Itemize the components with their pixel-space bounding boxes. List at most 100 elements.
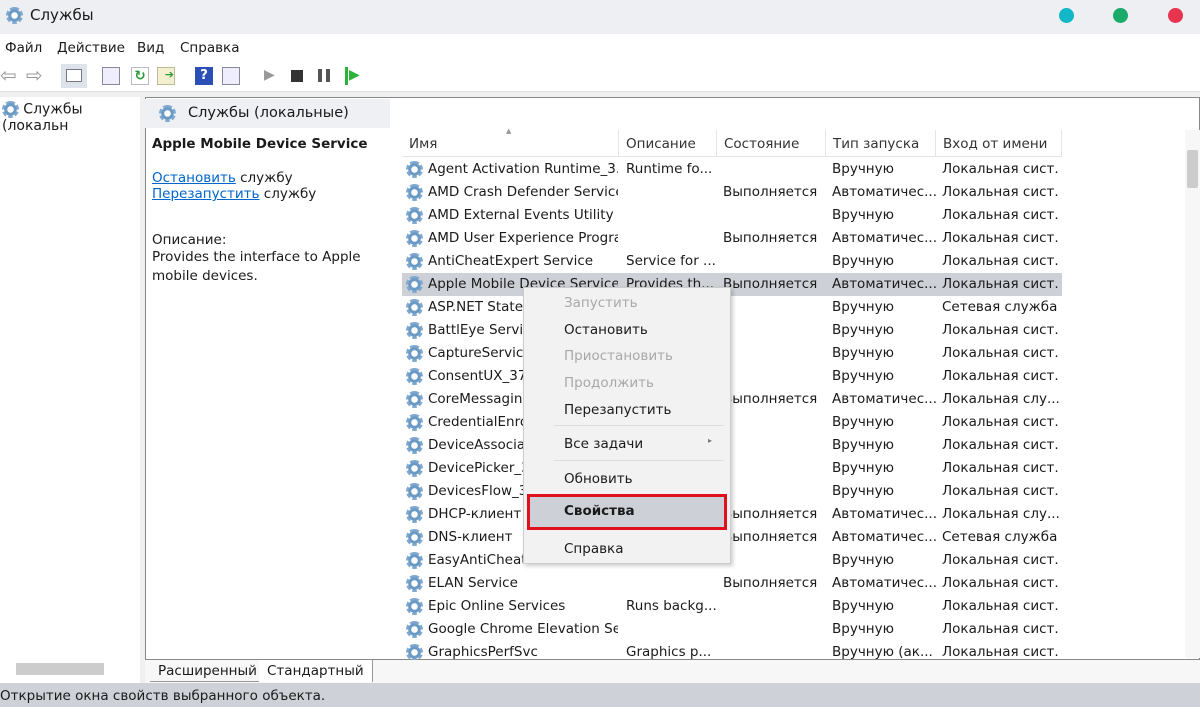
refresh-icon[interactable]: ↻ (131, 67, 149, 85)
service-gear-icon (406, 598, 423, 615)
menu-item-pause[interactable]: Приостановить (564, 348, 673, 364)
service-status: Выполняется (723, 276, 818, 292)
restart-service-link[interactable]: Перезапустить (152, 186, 259, 202)
close-button[interactable] (1168, 8, 1183, 23)
column-description[interactable]: Описание (619, 130, 717, 157)
table-row[interactable]: DHCP-клиент Выполняется Автоматичес... Лока… (402, 503, 1062, 526)
pause-icon[interactable] (318, 69, 330, 82)
menu-item-restart[interactable]: Перезапустить (564, 402, 671, 418)
minimize-button[interactable] (1059, 8, 1074, 23)
menu-item-start[interactable]: Запустить (564, 295, 638, 311)
table-row[interactable]: ELAN Service Выполняется Автоматичес... Лок… (402, 572, 1062, 595)
table-row[interactable]: DeviceAssociati Вручную Локальная сист... (402, 434, 1062, 457)
table-row[interactable]: AMD User Experience Progra... Выполняется… (402, 227, 1062, 250)
table-row[interactable]: Agent Activation Runtime_3... Runtime fo.… (402, 158, 1062, 181)
table-row[interactable]: Epic Online Services Runs backg... Вручную… (402, 595, 1062, 618)
window-title: Службы (30, 6, 94, 24)
startup-type: Вручную (ак... (832, 644, 933, 660)
table-row[interactable]: CoreMessaging Выполняется Автоматичес... Ло… (402, 388, 1062, 411)
service-description: Graphics p... (626, 644, 712, 660)
stop-icon[interactable] (291, 70, 303, 82)
startup-type: Вручную (832, 437, 894, 453)
horizontal-scrollbar[interactable] (16, 663, 104, 675)
menu-item-help[interactable]: Справка (564, 541, 623, 557)
table-row[interactable]: ConsentUX_378 Вручную Локальная сист... (402, 365, 1062, 388)
scrollbar-thumb[interactable] (1187, 150, 1198, 188)
service-gear-icon (406, 276, 423, 293)
submenu-arrow-icon: ▸ (708, 436, 713, 445)
show-hide-tree-icon[interactable] (61, 64, 87, 88)
startup-type: Вручную (832, 207, 894, 223)
menu-action[interactable]: Действие (57, 40, 125, 56)
table-row[interactable]: Google Chrome Elevation Se... Вручную Лока… (402, 618, 1062, 641)
startup-type: Вручную (832, 161, 894, 177)
table-row[interactable]: DevicePicker_37 Вручную Локальная сист... (402, 457, 1062, 480)
column-status[interactable]: Состояние (717, 130, 826, 157)
menu-item-resume[interactable]: Продолжить (564, 375, 654, 391)
service-status: Выполняется (723, 391, 818, 407)
maximize-button[interactable] (1113, 8, 1128, 23)
table-row[interactable]: EasyAntiCheat Вручную Локальная сист... (402, 549, 1062, 572)
toolbar: ⇦ ⇨ ↻ ➔ ? ▶ ▶ (0, 60, 1200, 92)
service-gear-icon (406, 529, 423, 546)
menu-item-all-tasks[interactable]: Все задачи (564, 436, 643, 452)
table-row[interactable]: CredentialEnro Вручную Локальная сист... (402, 411, 1062, 434)
menu-help[interactable]: Справка (180, 40, 239, 56)
startup-type: Автоматичес... (832, 506, 936, 522)
column-name[interactable]: Имя (402, 130, 619, 157)
table-row[interactable]: CaptureService Вручную Локальная сист... (402, 342, 1062, 365)
column-startup-type[interactable]: Тип запуска (826, 130, 936, 157)
forward-icon[interactable]: ⇨ (26, 63, 44, 87)
export-icon[interactable]: ➔ (157, 67, 175, 85)
services-gear-icon (6, 7, 23, 24)
service-name: Epic Online Services (428, 598, 566, 614)
table-row[interactable]: AntiCheatExpert Service Service for ... Вр… (402, 250, 1062, 273)
menu-file[interactable]: Файл (5, 40, 42, 56)
show-pane-icon[interactable] (222, 67, 240, 85)
service-status: Выполняется (723, 230, 818, 246)
menu-item-refresh[interactable]: Обновить (564, 471, 633, 487)
service-name: Google Chrome Elevation Se... (428, 621, 618, 637)
log-on-as: Локальная слу... (942, 506, 1060, 522)
service-gear-icon (406, 621, 423, 638)
table-row[interactable]: BattlEye Service Вручную Локальная сист... (402, 319, 1062, 342)
service-status: Выполняется (723, 506, 818, 522)
table-row[interactable]: Apple Mobile Device Service Provides th..… (402, 273, 1062, 296)
service-gear-icon (406, 575, 423, 592)
resume-icon[interactable]: ▶ (345, 67, 363, 85)
menu-view[interactable]: Вид (137, 40, 164, 56)
service-gear-icon (406, 483, 423, 500)
menu-item-stop[interactable]: Остановить (564, 322, 648, 338)
help-icon[interactable]: ? (195, 67, 213, 85)
service-gear-icon (406, 230, 423, 247)
log-on-as: Локальная сист... (942, 322, 1060, 338)
service-gear-icon (406, 368, 423, 385)
tab-extended[interactable]: Расширенный (150, 660, 266, 682)
table-row[interactable]: DNS-клиент Выполняется Автоматичес... Сетев… (402, 526, 1062, 549)
service-name: AMD External Events Utility (428, 207, 614, 223)
tree-item-services-local[interactable]: Службы (локальн (2, 101, 140, 134)
stop-service-link[interactable]: Остановить (152, 170, 236, 186)
log-on-as: Сетевая служба (942, 529, 1058, 545)
column-log-on-as[interactable]: Вход от имени (936, 130, 1062, 157)
menu-separator (554, 425, 724, 426)
service-gear-icon (406, 161, 423, 178)
log-on-as: Локальная сист... (942, 483, 1060, 499)
properties-icon[interactable] (102, 67, 120, 85)
log-on-as: Локальная сист... (942, 161, 1060, 177)
log-on-as: Локальная сист... (942, 230, 1060, 246)
log-on-as: Локальная сист... (942, 368, 1060, 384)
table-row[interactable]: AMD External Events Utility Вручную Локаль… (402, 204, 1062, 227)
table-row[interactable]: DevicesFlow_37 Вручную Локальная сист... (402, 480, 1062, 503)
start-icon[interactable]: ▶ (264, 67, 282, 85)
service-name: AntiCheatExpert Service (428, 253, 594, 269)
startup-type: Вручную (832, 253, 894, 269)
table-row[interactable]: AMD Crash Defender Service Выполняется Авт… (402, 181, 1062, 204)
log-on-as: Локальная сист... (942, 552, 1060, 568)
tab-standard[interactable]: Стандартный (259, 660, 373, 682)
menu-item-properties[interactable]: Свойства (527, 494, 727, 530)
back-icon[interactable]: ⇦ (0, 63, 18, 87)
table-row[interactable]: ASP.NET State S Вручную Сетевая служба (402, 296, 1062, 319)
service-gear-icon (406, 391, 423, 408)
vertical-scrollbar[interactable] (1185, 130, 1200, 658)
